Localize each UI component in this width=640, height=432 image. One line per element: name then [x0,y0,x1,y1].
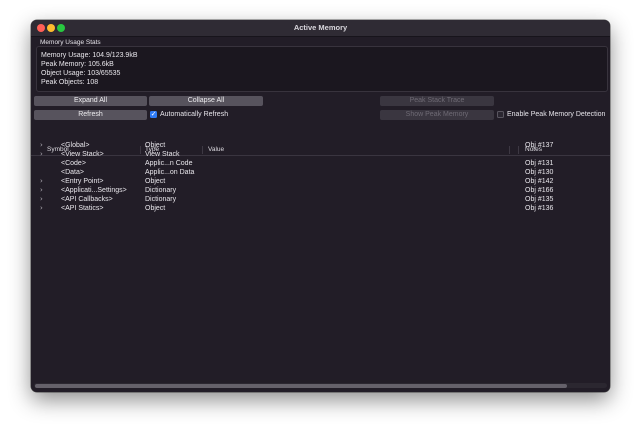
cell-type: Object [145,205,166,212]
cell-notes: Obj #135 [525,196,554,203]
cell-symbol: <Entry Point> [61,178,104,185]
title-bar: Active Memory [31,20,610,37]
cell-notes: Obj #131 [525,160,554,167]
table-row[interactable]: › <Entry Point> Object Obj #142 [31,177,610,186]
enable-peak-detection-checkbox[interactable] [497,111,504,118]
stat-peak-objects: Peak Objects: 108 [41,79,99,86]
cell-symbol: <Global> [61,142,90,149]
stats-panel: Memory Usage: 104.9/123.9kB Peak Memory:… [36,46,608,92]
table-row[interactable]: › <Applicati...Settings> Dictionary Obj … [31,186,610,195]
cell-symbol: <View Stack> [61,151,104,158]
cell-symbol: <Data> [61,169,84,176]
table-row[interactable]: <Data> Applic...on Data Obj #130 [31,168,610,177]
cell-notes: Obj #130 [525,169,554,176]
table-row[interactable]: › <API Callbacks> Dictionary Obj #135 [31,195,610,204]
cell-symbol: <API Statics> [61,205,104,212]
cell-notes: Obj #136 [525,205,554,212]
scrollbar-thumb[interactable] [35,383,567,388]
cell-symbol: <API Callbacks> [61,196,113,203]
collapse-all-button[interactable]: Collapse All [149,96,263,106]
table-row[interactable]: <Code> Applic...n Code Obj #131 [31,159,610,168]
chevron-right-icon[interactable]: › [40,204,43,212]
stat-memory-usage: Memory Usage: 104.9/123.9kB [41,52,138,59]
cell-type: Dictionary [145,196,177,203]
refresh-button[interactable]: Refresh [34,110,147,120]
cell-type: Applic...on Data [145,169,195,176]
enable-peak-detection-label: Enable Peak Memory Detection [507,111,606,118]
show-peak-memory-button[interactable]: Show Peak Memory [380,110,494,120]
chevron-right-icon[interactable]: › [40,186,43,194]
auto-refresh-label: Automatically Refresh [160,111,229,118]
cell-type: Dictionary [145,187,177,194]
cell-type: Applic...n Code [145,160,193,167]
cell-type: Object [145,178,166,185]
peak-stack-trace-button[interactable]: Peak Stack Trace [380,96,494,106]
chevron-right-icon[interactable]: › [40,141,43,149]
stat-object-usage: Object Usage: 103/65535 [41,70,121,77]
cell-notes: Obj #142 [525,178,554,185]
stat-peak-memory: Peak Memory: 105.6kB [41,61,114,68]
chevron-right-icon[interactable]: › [40,177,43,185]
table-row[interactable]: › <API Statics> Object Obj #136 [31,204,610,213]
table-row[interactable]: › <View Stack> View Stack [31,150,610,159]
auto-refresh-checkbox[interactable] [150,110,157,118]
window-title: Active Memory [293,23,348,32]
cell-symbol: <Applicati...Settings> [61,187,127,194]
horizontal-scrollbar[interactable] [34,383,607,388]
stats-section-title: Memory Usage Stats [40,39,101,46]
chevron-right-icon[interactable]: › [40,150,43,158]
cell-type: View Stack [145,151,180,158]
active-memory-window: Active Memory Memory Usage Stats Memory … [31,20,610,392]
cell-notes: Obj #166 [525,187,554,194]
cell-symbol: <Code> [61,160,86,167]
chevron-right-icon[interactable]: › [40,195,43,203]
table-row[interactable]: › <Global> Object Obj #137 [31,141,610,150]
cell-type: Object [145,142,166,149]
cell-notes: Obj #137 [525,142,554,149]
expand-all-button[interactable]: Expand All [34,96,147,106]
